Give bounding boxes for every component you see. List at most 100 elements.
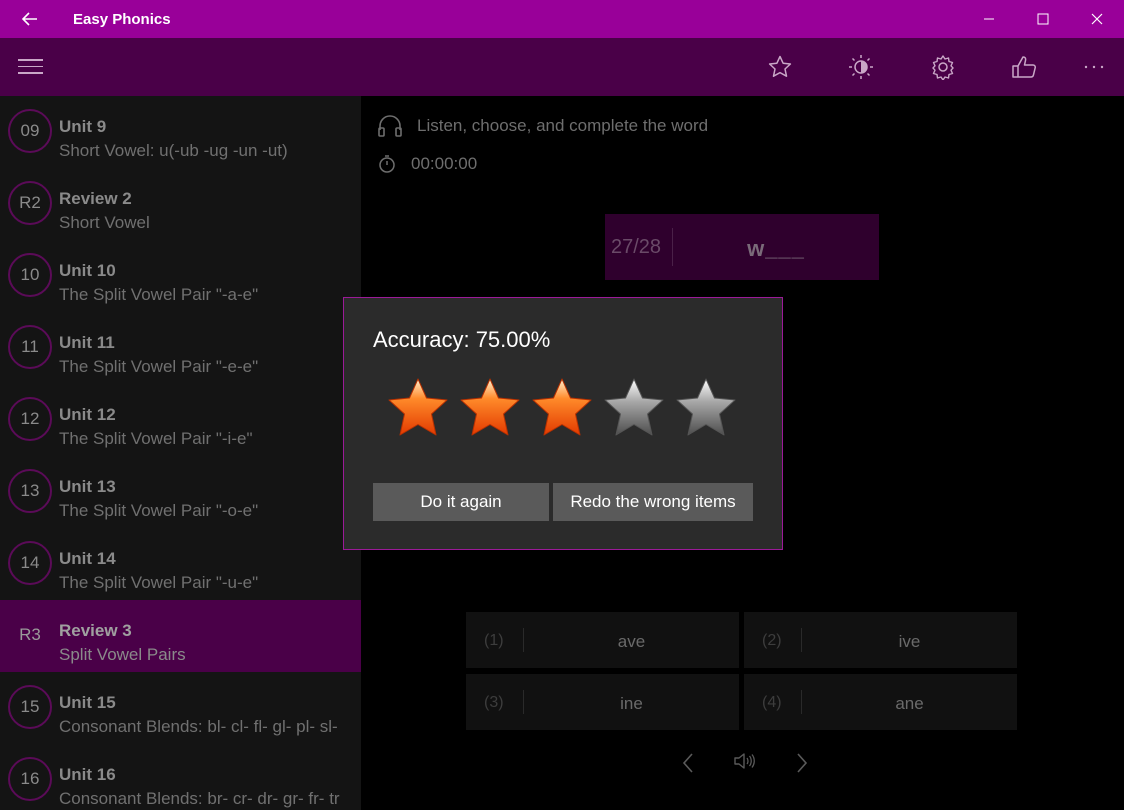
unit-subtitle: The Split Vowel Pair "-i-e" <box>59 429 253 448</box>
brightness-button[interactable] <box>847 53 875 81</box>
unit-item[interactable]: R2 Review 2 Short Vowel <box>0 168 361 240</box>
headphones-icon <box>378 115 402 137</box>
unit-badge: 12 <box>8 397 52 441</box>
option-2[interactable]: (2) ive <box>744 612 1017 668</box>
minimize-button[interactable] <box>962 0 1016 38</box>
unit-item[interactable]: 14 Unit 14 The Split Vowel Pair "-u-e" <box>0 528 361 600</box>
empty-star-icon <box>604 378 664 436</box>
speaker-icon <box>734 753 755 769</box>
unit-title: Unit 13 <box>59 477 116 496</box>
unit-subtitle: Short Vowel: u(-ub -ug -un -ut) <box>59 141 288 160</box>
unit-title: Unit 15 <box>59 693 116 712</box>
option-text: ane <box>895 694 924 713</box>
unit-subtitle: The Split Vowel Pair "-e-e" <box>59 357 259 376</box>
title-bar: Easy Phonics <box>0 0 1124 38</box>
target-word: w___ <box>747 236 805 261</box>
progress-counter: 27/28 <box>611 236 662 258</box>
option-text: ave <box>617 632 646 651</box>
filled-star-icon <box>460 378 520 436</box>
stopwatch-icon <box>379 155 395 173</box>
maximize-icon <box>1037 13 1049 25</box>
unit-item[interactable]: 09 Unit 9 Short Vowel: u(-ub -ug -un -ut) <box>0 96 361 168</box>
option-3[interactable]: (3) ine <box>466 674 739 730</box>
unit-item[interactable]: R3 Review 3 Split Vowel Pairs <box>0 600 361 672</box>
option-number: (4) <box>762 694 782 711</box>
instruction-row: Listen, choose, and complete the word <box>377 114 708 138</box>
option-number: (1) <box>484 632 504 649</box>
timer-row: 00:00:00 <box>377 154 477 174</box>
thumbs-up-icon <box>1012 56 1036 78</box>
chevron-right-icon <box>797 753 808 773</box>
unit-title: Unit 10 <box>59 261 116 280</box>
next-button[interactable] <box>789 752 815 774</box>
menu-icon[interactable] <box>18 59 43 75</box>
option-number: (2) <box>762 632 782 649</box>
filled-star-icon <box>388 378 448 436</box>
do-again-button[interactable]: Do it again <box>373 483 549 521</box>
accuracy-text: Accuracy: 75.00% <box>373 327 551 352</box>
unit-badge: 11 <box>8 325 52 369</box>
unit-subtitle: The Split Vowel Pair "-o-e" <box>59 501 259 520</box>
chevron-left-icon <box>682 753 693 773</box>
unit-title: Unit 16 <box>59 765 116 784</box>
back-button[interactable] <box>0 0 60 38</box>
unit-item[interactable]: 15 Unit 15 Consonant Blends: bl- cl- fl- g… <box>0 672 361 744</box>
unit-badge: 09 <box>8 109 52 153</box>
unit-subtitle: Consonant Blends: bl- cl- fl- gl- pl- sl… <box>59 717 338 736</box>
word-card: 27/28 w___ <box>605 214 879 280</box>
maximize-button[interactable] <box>1016 0 1070 38</box>
unit-title: Unit 12 <box>59 405 116 424</box>
unit-title: Review 3 <box>59 621 132 640</box>
unit-subtitle: The Split Vowel Pair "-u-e" <box>59 573 259 592</box>
star-rating <box>386 376 746 440</box>
unit-badge: R3 <box>8 613 52 657</box>
unit-title: Unit 11 <box>59 333 115 352</box>
unit-badge: 10 <box>8 253 52 297</box>
unit-item[interactable]: 16 Unit 16 Consonant Blends: br- cr- dr- g… <box>0 744 361 810</box>
unit-item[interactable]: 10 Unit 10 The Split Vowel Pair "-a-e" <box>0 240 361 312</box>
option-text: ive <box>898 632 921 651</box>
option-4[interactable]: (4) ane <box>744 674 1017 730</box>
option-text: ine <box>620 694 643 713</box>
empty-star-icon <box>676 378 736 436</box>
instruction-text: Listen, choose, and complete the word <box>417 116 709 135</box>
unit-item[interactable]: 13 Unit 13 The Split Vowel Pair "-o-e" <box>0 456 361 528</box>
option-1[interactable]: (1) ave <box>466 612 739 668</box>
more-icon <box>1084 65 1104 69</box>
brightness-icon <box>849 55 873 79</box>
timer-text: 00:00:00 <box>411 154 478 173</box>
play-audio-button[interactable] <box>731 752 757 770</box>
unit-title: Review 2 <box>59 189 132 208</box>
unit-subtitle: Consonant Blends: br- cr- dr- gr- fr- tr <box>59 789 340 808</box>
redo-wrong-button[interactable]: Redo the wrong items <box>553 483 753 521</box>
unit-badge: R2 <box>8 181 52 225</box>
rate-button[interactable] <box>1010 53 1038 81</box>
unit-list: 09 Unit 9 Short Vowel: u(-ub -ug -un -ut) R… <box>0 96 361 810</box>
unit-subtitle: Split Vowel Pairs <box>59 645 186 664</box>
minimize-icon <box>984 18 994 20</box>
unit-badge: 14 <box>8 541 52 585</box>
option-number: (3) <box>484 694 504 711</box>
unit-subtitle: Short Vowel <box>59 213 150 232</box>
filled-star-icon <box>532 378 592 436</box>
settings-button[interactable] <box>929 53 957 81</box>
back-arrow-icon <box>22 12 37 26</box>
more-button[interactable] <box>1080 53 1108 81</box>
star-icon <box>768 55 792 77</box>
unit-badge: 13 <box>8 469 52 513</box>
toolbar <box>0 38 1124 96</box>
unit-subtitle: The Split Vowel Pair "-a-e" <box>59 285 259 304</box>
unit-badge: 16 <box>8 757 52 801</box>
close-icon <box>1091 13 1103 25</box>
previous-button[interactable] <box>675 752 701 774</box>
unit-title: Unit 9 <box>59 117 107 136</box>
unit-item[interactable]: 11 Unit 11 The Split Vowel Pair "-e-e" <box>0 312 361 384</box>
close-button[interactable] <box>1070 0 1124 38</box>
settings-icon <box>932 55 954 80</box>
unit-title: Unit 14 <box>59 549 116 568</box>
unit-item[interactable]: 12 Unit 12 The Split Vowel Pair "-i-e" <box>0 384 361 456</box>
app-title: Easy Phonics <box>73 10 171 28</box>
unit-badge: 15 <box>8 685 52 729</box>
result-dialog: Accuracy: 75.00% Do it again Redo the wr… <box>343 297 783 550</box>
favorite-button[interactable] <box>766 53 794 81</box>
